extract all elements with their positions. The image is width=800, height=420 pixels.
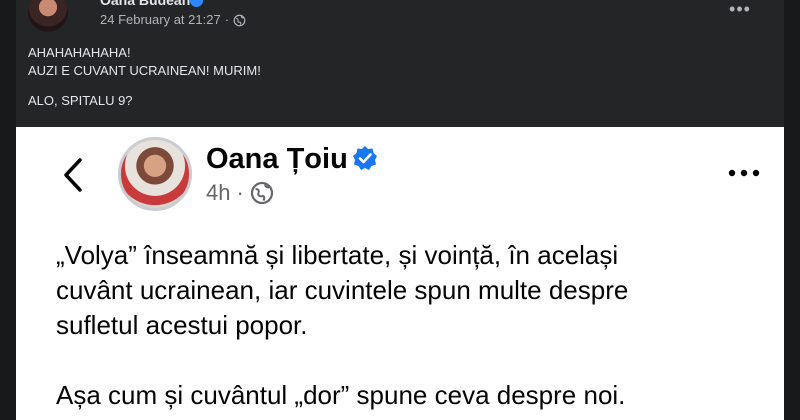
post-timestamp[interactable]: 24 February at 21:27: [100, 12, 221, 28]
shared-post-meta: 4h ·: [206, 179, 274, 207]
chevron-left-icon[interactable]: [54, 155, 94, 195]
separator-dot: ·: [236, 180, 244, 205]
post-meta: 24 February at 21:27 ·: [100, 12, 246, 28]
globe-icon: [233, 14, 246, 26]
more-options-icon[interactable]: •••: [722, 0, 758, 22]
shared-post-text: „Volya” înseamnă și libertate, și voință…: [56, 238, 776, 413]
shared-author-name[interactable]: Oana Țoiu: [206, 142, 348, 176]
facebook-post: Oana Budeanu 24 February at 21:27 · ••• …: [16, 0, 784, 420]
shared-post-time[interactable]: 4h: [206, 179, 230, 207]
shared-author-avatar[interactable]: [118, 137, 192, 211]
post-text-line: ALO, SPITALU 9?: [28, 93, 133, 108]
shared-screenshot[interactable]: Oana Țoiu 4h · „Volya” înseamnă și liber…: [16, 127, 784, 420]
shared-text-line: cuvânt ucrainean, iar cuvintele spun mul…: [56, 275, 629, 305]
author-name[interactable]: Oana Budeanu: [100, 0, 199, 8]
author-avatar[interactable]: [28, 0, 68, 32]
post-text-line: AUZI E CUVANT UCRAINEAN! MURIM!: [28, 63, 261, 78]
globe-icon: [250, 181, 273, 205]
more-options-icon[interactable]: [724, 163, 764, 183]
post-header: Oana Budeanu 24 February at 21:27 · •••: [16, 0, 784, 40]
separator-dot: ·: [224, 12, 230, 27]
verified-badge-icon: [353, 146, 377, 170]
shared-text-line: sufletul acestui popor.: [56, 310, 308, 340]
shared-text-line: Așa cum și cuvântul „dor” spune ceva des…: [56, 380, 626, 410]
post-text-line: AHAHAHAHAHA!: [28, 45, 131, 60]
post-text: AHAHAHAHAHA! AUZI E CUVANT UCRAINEAN! MU…: [28, 44, 768, 110]
shared-text-line: „Volya” înseamnă și libertate, și voință…: [56, 240, 619, 270]
